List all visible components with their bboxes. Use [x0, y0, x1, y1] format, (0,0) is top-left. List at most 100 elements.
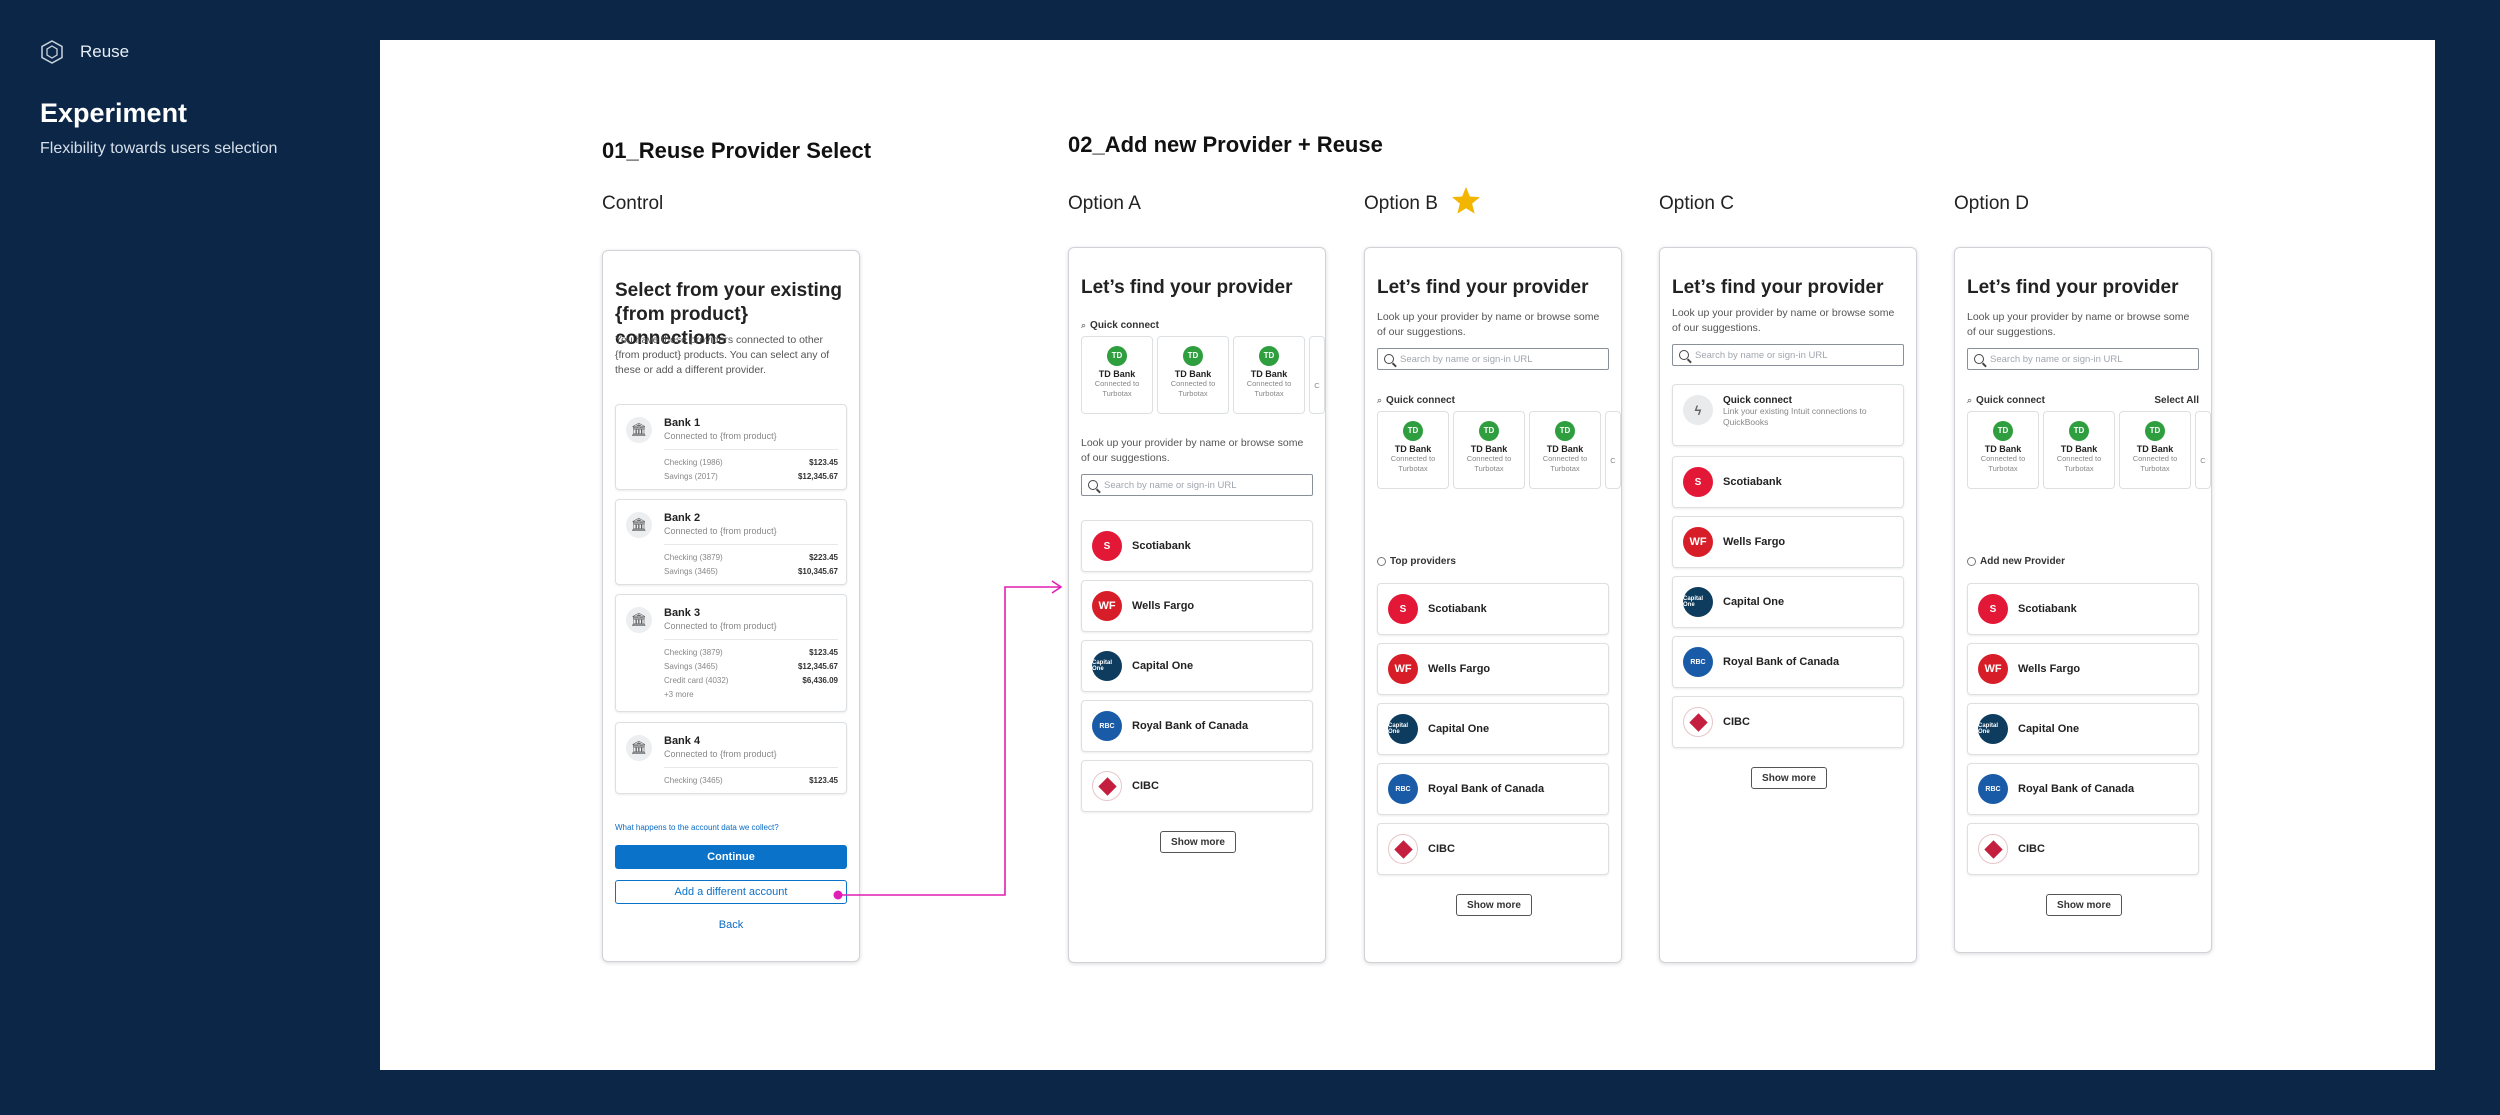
provider-item-capital-one[interactable]: Capital One Capital One — [1672, 576, 1904, 628]
provider-item-cibc[interactable]: CIBC — [1377, 823, 1609, 875]
account-row: Credit card (4032) $6,436.09 — [664, 676, 838, 685]
account-list: Checking (3465) $123.45 — [664, 767, 838, 788]
bank-card-1[interactable]: 🏛 Bank 1 Connected to {from product} Che… — [615, 404, 847, 490]
provider-item-wells-fargo[interactable]: WF Wells Fargo — [1081, 580, 1313, 632]
lookup-description: Look up your provider by name or browse … — [1377, 311, 1600, 338]
add-different-account-button[interactable]: Add a different account — [615, 880, 847, 904]
cibc-logo-icon — [1683, 707, 1713, 737]
provider-item-rbc[interactable]: RBC Royal Bank of Canada — [1081, 700, 1313, 752]
search-input[interactable]: Search by name or sign-in URL — [1672, 344, 1904, 366]
quick-connect-card[interactable]: TD TD Bank Connected to Turbotax — [1377, 411, 1449, 489]
provider-name: Scotiabank — [1723, 476, 1782, 488]
qc-name: TD Bank — [1470, 443, 1508, 454]
page-title: Let’s find your provider — [1672, 277, 1884, 298]
provider-item-rbc[interactable]: RBC Royal Bank of Canada — [1672, 636, 1904, 688]
account-row: Checking (3879) $223.45 — [664, 553, 838, 562]
quick-connect-card[interactable]: TD TD Bank Connected to Turbotax — [1967, 411, 2039, 489]
rbc-logo-icon: RBC — [1388, 774, 1418, 804]
quick-connect-card-partial[interactable]: C — [2195, 411, 2211, 489]
bank-name: Bank 3 — [664, 607, 701, 619]
search-input[interactable]: Search by name or sign-in URL — [1967, 348, 2199, 370]
cibc-logo-icon — [1978, 834, 2008, 864]
lookup-description: Look up your provider by name or browse … — [1967, 311, 2190, 338]
provider-name: CIBC — [1723, 716, 1750, 728]
provider-item-wells-fargo[interactable]: WF Wells Fargo — [1967, 643, 2199, 695]
search-input[interactable]: Search by name or sign-in URL — [1377, 348, 1609, 370]
bank-connection: Connected to {from product} — [664, 431, 777, 441]
td-logo-icon: TD — [1403, 420, 1423, 441]
provider-item-wells-fargo[interactable]: WF Wells Fargo — [1377, 643, 1609, 695]
bank-connection: Connected to {from product} — [664, 621, 777, 631]
provider-item-rbc[interactable]: RBC Royal Bank of Canada — [1967, 763, 2199, 815]
qc-sub: Turbotax — [2064, 463, 2094, 473]
search-icon — [1384, 354, 1394, 364]
provider-item-rbc[interactable]: RBC Royal Bank of Canada — [1377, 763, 1609, 815]
wells-fargo-logo-icon: WF — [1092, 591, 1122, 621]
bank-connection: Connected to {from product} — [664, 749, 777, 759]
star-icon — [1452, 187, 1480, 214]
provider-item-capital-one[interactable]: Capital One Capital One — [1081, 640, 1313, 692]
qc-sub: Connected to — [2132, 453, 2178, 463]
control-description: You have these providers connected to ot… — [615, 334, 830, 376]
qc-name: TD Bank — [2136, 443, 2174, 454]
wells-fargo-logo-icon: WF — [1683, 527, 1713, 557]
quick-connect-card[interactable]: TD TD Bank Connected to Turbotax — [1157, 336, 1229, 414]
show-more-button[interactable]: Show more — [1751, 767, 1827, 789]
provider-item-cibc[interactable]: CIBC — [1967, 823, 2199, 875]
show-more-button[interactable]: Show more — [1456, 894, 1532, 916]
account-row: Savings (2017) $12,345.67 — [664, 472, 838, 481]
provider-item-capital-one[interactable]: Capital One Capital One — [1967, 703, 2199, 755]
quick-connect-card[interactable]: TD TD Bank Connected to Turbotax — [1453, 411, 1525, 489]
scotiabank-logo-icon: S — [1978, 594, 2008, 624]
provider-item-cibc[interactable]: CIBC — [1672, 696, 1904, 748]
intuit-quick-connect-item[interactable]: ϟ Quick connect Link your existing Intui… — [1672, 384, 1904, 446]
qc-sub: Turbotax — [1398, 463, 1428, 473]
pin-icon: ⌕ — [1967, 395, 1973, 405]
provider-name: CIBC — [2018, 843, 2045, 855]
page-title: Let’s find your provider — [1377, 277, 1589, 298]
reuse-logo-icon — [41, 40, 63, 64]
more-accounts-link[interactable]: +3 more — [664, 688, 838, 702]
bank-card-3[interactable]: 🏛 Bank 3 Connected to {from product} Che… — [615, 594, 847, 712]
bank-card-4[interactable]: 🏛 Bank 4 Connected to {from product} Che… — [615, 722, 847, 794]
quick-connect-label: ⌕ Quick connect — [1081, 320, 1159, 331]
qc-name: TD Bank — [1546, 443, 1584, 454]
quick-connect-card[interactable]: TD TD Bank Connected to Turbotax — [1081, 336, 1153, 414]
quick-connect-card[interactable]: TD TD Bank Connected to Turbotax — [1233, 336, 1305, 414]
qc-sub: Turbotax — [1254, 388, 1284, 398]
quick-connect-label: ⌕ Quick connect — [1377, 395, 1455, 406]
show-more-button[interactable]: Show more — [1160, 831, 1236, 853]
search-input[interactable]: Search by name or sign-in URL — [1081, 474, 1313, 496]
continue-button[interactable]: Continue — [615, 845, 847, 869]
qc-sub: C — [1314, 381, 1320, 390]
quick-connect-card-partial[interactable]: C — [1605, 411, 1621, 489]
provider-item-cibc[interactable]: CIBC — [1081, 760, 1313, 812]
lookup-description: Look up your provider by name or browse … — [1081, 437, 1304, 464]
search-icon — [1088, 480, 1098, 490]
provider-item-scotiabank[interactable]: S Scotiabank — [1081, 520, 1313, 572]
capital-one-logo-icon: Capital One — [1388, 714, 1418, 744]
qc-sub: C — [2200, 456, 2206, 465]
bank-card-2[interactable]: 🏛 Bank 2 Connected to {from product} Che… — [615, 499, 847, 585]
provider-name: Royal Bank of Canada — [1428, 783, 1545, 795]
bank-icon: 🏛 — [626, 607, 652, 633]
provider-item-capital-one[interactable]: Capital One Capital One — [1377, 703, 1609, 755]
quick-connect-card[interactable]: TD TD Bank Connected to Turbotax — [1529, 411, 1601, 489]
data-info-link[interactable]: What happens to the account data we coll… — [615, 823, 779, 832]
quick-connect-card[interactable]: TD TD Bank Connected to Turbotax — [2119, 411, 2191, 489]
provider-name: Capital One — [1132, 660, 1194, 672]
select-all-link[interactable]: Select All — [2154, 395, 2199, 406]
provider-item-scotiabank[interactable]: S Scotiabank — [1672, 456, 1904, 508]
quick-connect-card-partial[interactable]: C — [1309, 336, 1325, 414]
back-link[interactable]: Back — [603, 919, 859, 931]
provider-item-scotiabank[interactable]: S Scotiabank — [1967, 583, 2199, 635]
td-logo-icon: TD — [1479, 420, 1499, 441]
provider-item-wells-fargo[interactable]: WF Wells Fargo — [1672, 516, 1904, 568]
provider-item-scotiabank[interactable]: S Scotiabank — [1377, 583, 1609, 635]
bank-name: Bank 2 — [664, 512, 701, 524]
quick-connect-card[interactable]: TD TD Bank Connected to Turbotax — [2043, 411, 2115, 489]
show-more-button[interactable]: Show more — [2046, 894, 2122, 916]
td-logo-icon: TD — [1183, 345, 1203, 366]
provider-name: Wells Fargo — [1428, 663, 1491, 675]
cibc-logo-icon — [1388, 834, 1418, 864]
